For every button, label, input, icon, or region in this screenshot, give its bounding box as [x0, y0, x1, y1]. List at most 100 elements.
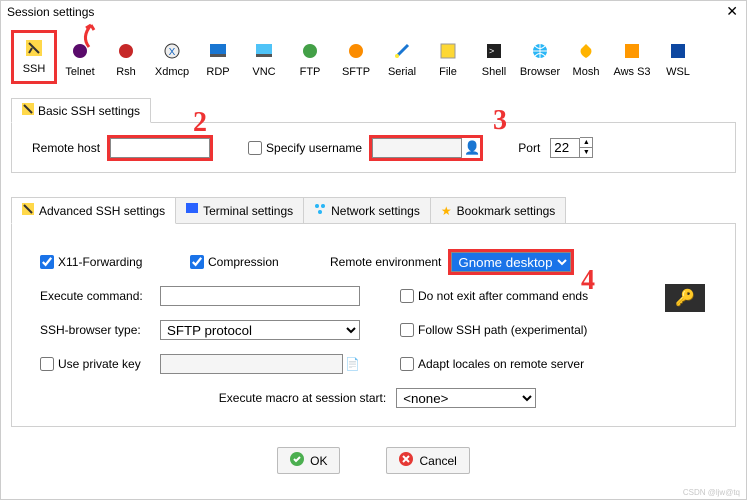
- serial-icon: [393, 42, 411, 60]
- adapt-locales-checkbox[interactable]: Adapt locales on remote server: [400, 357, 584, 371]
- rsh-icon: [117, 42, 135, 60]
- no-exit-checkbox[interactable]: Do not exit after command ends: [400, 289, 588, 303]
- tab-network[interactable]: Network settings: [303, 197, 431, 224]
- session-type-ssh[interactable]: SSH: [11, 30, 57, 84]
- session-type-wsl[interactable]: WSL: [655, 30, 701, 84]
- ok-button[interactable]: OK: [277, 447, 340, 474]
- session-type-rsh[interactable]: Rsh: [103, 30, 149, 84]
- mosh-icon: [577, 42, 595, 60]
- port-spinner[interactable]: ▲▼: [580, 137, 593, 158]
- ssh-browser-select[interactable]: SFTP protocol: [160, 320, 360, 340]
- telnet-icon: [71, 42, 89, 60]
- session-type-serial[interactable]: Serial: [379, 30, 425, 84]
- session-type-sftp[interactable]: SFTP: [333, 30, 379, 84]
- execute-cmd-input[interactable]: [160, 286, 360, 306]
- ok-icon: [290, 452, 304, 469]
- s3-icon: [623, 42, 641, 60]
- tab-label: Network settings: [331, 204, 420, 218]
- username-input[interactable]: [372, 138, 462, 158]
- remote-env-select[interactable]: Gnome desktop: [451, 252, 571, 272]
- star-icon: ★: [441, 204, 452, 218]
- private-key-input[interactable]: [160, 354, 343, 374]
- label: Use private key: [58, 357, 141, 371]
- tab-label: Basic SSH settings: [38, 104, 140, 118]
- tab-icon: [22, 103, 34, 118]
- file-icon: [439, 42, 457, 60]
- label: SFTP: [342, 66, 370, 78]
- label: Cancel: [419, 454, 456, 468]
- network-icon: [314, 203, 326, 218]
- tab-icon: [22, 203, 34, 218]
- tab-bookmark[interactable]: ★ Bookmark settings: [430, 197, 566, 224]
- wsl-icon: [669, 42, 687, 60]
- key-icon: 🔑: [675, 288, 695, 308]
- session-type-rdp[interactable]: RDP: [195, 30, 241, 84]
- session-type-vnc[interactable]: VNC: [241, 30, 287, 84]
- ssh-icon: [25, 39, 43, 57]
- label: File: [439, 66, 457, 78]
- session-type-s3[interactable]: Aws S3: [609, 30, 655, 84]
- compression-checkbox[interactable]: Compression: [190, 255, 320, 269]
- label: Follow SSH path (experimental): [418, 323, 587, 337]
- ssh-key-button[interactable]: 🔑: [665, 284, 705, 312]
- follow-path-checkbox[interactable]: Follow SSH path (experimental): [400, 323, 587, 337]
- label: VNC: [252, 66, 275, 78]
- session-type-ftp[interactable]: FTP: [287, 30, 333, 84]
- private-key-checkbox[interactable]: Use private key: [40, 357, 150, 371]
- remote-host-input[interactable]: [110, 138, 210, 158]
- x11-checkbox[interactable]: X11-Forwarding: [40, 255, 180, 269]
- label: Telnet: [65, 66, 94, 78]
- label: Xdmcp: [155, 66, 189, 78]
- tab-label: Terminal settings: [203, 204, 293, 218]
- rdp-icon: [209, 42, 227, 60]
- session-type-file[interactable]: File: [425, 30, 471, 84]
- execute-cmd-label: Execute command:: [40, 289, 150, 303]
- svg-text:>: >: [489, 46, 494, 56]
- macro-select[interactable]: <none>: [396, 388, 536, 408]
- close-icon[interactable]: ✕: [726, 3, 738, 20]
- tab-label: Advanced SSH settings: [39, 204, 165, 218]
- browser-icon: [531, 42, 549, 60]
- ftp-icon: [301, 42, 319, 60]
- session-type-shell[interactable]: > Shell: [471, 30, 517, 84]
- label: FTP: [300, 66, 321, 78]
- window-title: Session settings: [7, 5, 94, 19]
- vnc-icon: [255, 42, 273, 60]
- session-type-mosh[interactable]: Mosh: [563, 30, 609, 84]
- label: SSH: [23, 63, 46, 75]
- label: Compression: [208, 255, 279, 269]
- label: Do not exit after command ends: [418, 289, 588, 303]
- tab-terminal[interactable]: Terminal settings: [175, 197, 304, 224]
- label: Browser: [520, 66, 560, 78]
- label: Rsh: [116, 66, 136, 78]
- label: WSL: [666, 66, 690, 78]
- port-label: Port: [518, 141, 540, 155]
- remote-env-label: Remote environment: [330, 255, 441, 269]
- xdmcp-icon: X: [163, 42, 181, 60]
- label: Aws S3: [613, 66, 650, 78]
- session-type-xdmcp[interactable]: X Xdmcp: [149, 30, 195, 84]
- file-browse-icon[interactable]: 📄: [345, 357, 360, 371]
- session-type-browser[interactable]: Browser: [517, 30, 563, 84]
- label: RDP: [206, 66, 229, 78]
- ssh-browser-label: SSH-browser type:: [40, 323, 150, 337]
- label: Adapt locales on remote server: [418, 357, 584, 371]
- port-input[interactable]: [550, 138, 580, 158]
- shell-icon: >: [485, 42, 503, 60]
- basic-settings-panel: Remote host Specify username 👤 Port ▲▼: [11, 122, 736, 173]
- basic-ssh-tab[interactable]: Basic SSH settings: [11, 98, 151, 123]
- tab-advanced-ssh[interactable]: Advanced SSH settings: [11, 197, 176, 224]
- cancel-button[interactable]: Cancel: [386, 447, 469, 474]
- user-picker-icon[interactable]: 👤: [464, 140, 480, 156]
- label: OK: [310, 454, 327, 468]
- sftp-icon: [347, 42, 365, 60]
- macro-label: Execute macro at session start:: [219, 391, 386, 405]
- session-type-toolbar: SSH Telnet Rsh X Xdmcp RDP VNC FTP SFTP …: [1, 26, 746, 98]
- label: Serial: [388, 66, 416, 78]
- label: Specify username: [266, 141, 362, 155]
- session-type-telnet[interactable]: Telnet: [57, 30, 103, 84]
- specify-username-checkbox[interactable]: Specify username: [248, 141, 362, 155]
- label: Mosh: [573, 66, 600, 78]
- svg-text:X: X: [169, 47, 176, 58]
- label: X11-Forwarding: [58, 255, 142, 269]
